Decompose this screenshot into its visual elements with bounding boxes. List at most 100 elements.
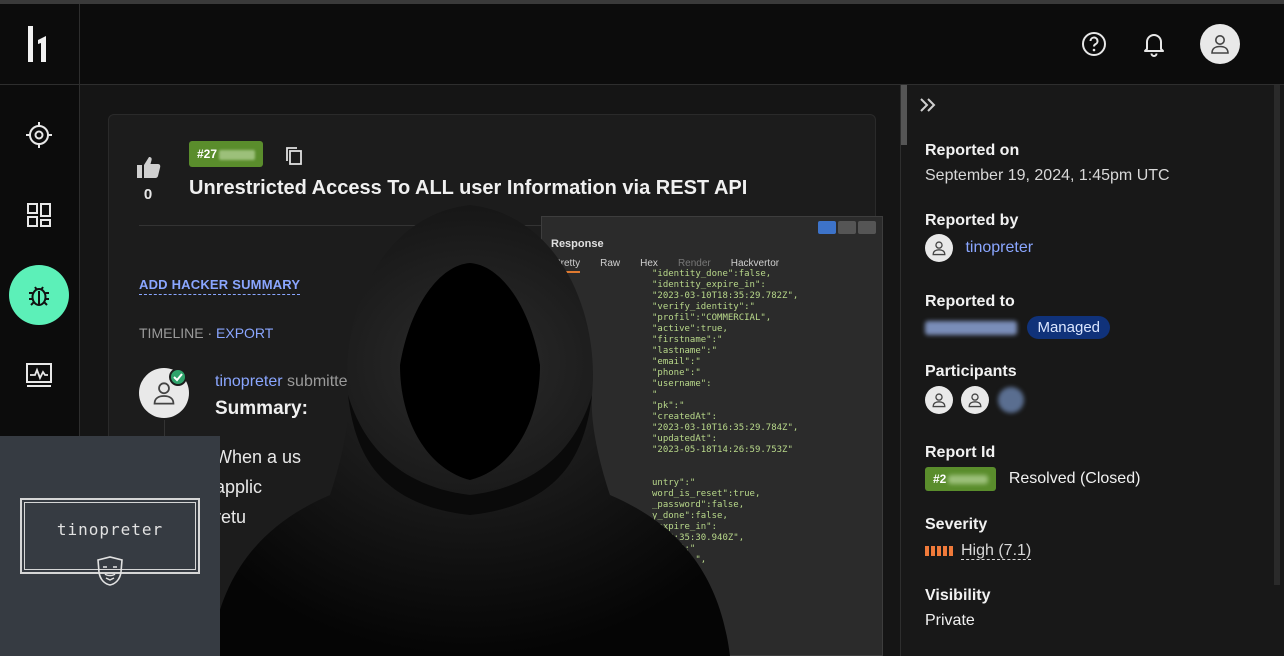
dashboard-icon[interactable] bbox=[9, 185, 69, 245]
report-id-badge-side[interactable]: #2 bbox=[925, 467, 997, 491]
timeline-user: tinopreter submitte bbox=[215, 373, 348, 391]
burp-response-line bbox=[652, 456, 798, 467]
burp-response-line: "updatedAt": bbox=[652, 434, 718, 444]
redacted-id-side bbox=[948, 475, 989, 485]
bug-icon[interactable] bbox=[9, 265, 69, 325]
scrollbar[interactable] bbox=[1274, 85, 1280, 585]
app-root: 0 #27 Unrestricted Access To ALL user In… bbox=[0, 0, 1284, 656]
severity-row: High (7.1) bbox=[925, 542, 1032, 560]
reported-by-label: Reported by bbox=[925, 212, 1019, 229]
summary-line: retu bbox=[215, 507, 247, 527]
burp-response-line: "username": bbox=[652, 379, 712, 389]
collapse-chevron-icon[interactable] bbox=[919, 97, 937, 118]
redacted-program bbox=[925, 320, 1017, 335]
burp-response-line: word_is_reset":true, bbox=[652, 489, 761, 499]
reporter-avatar[interactable] bbox=[925, 234, 953, 262]
vote-widget[interactable]: 0 bbox=[135, 155, 161, 203]
activity-icon[interactable] bbox=[9, 345, 69, 405]
burp-response-line: MMERCIAL", bbox=[652, 555, 707, 565]
report-id-row: #2 Resolved (Closed) bbox=[925, 467, 1140, 491]
status-text: Resolved (Closed) bbox=[1008, 470, 1141, 488]
report-id-badge[interactable]: #27 bbox=[189, 141, 264, 167]
target-icon[interactable] bbox=[9, 105, 69, 165]
burp-response-line bbox=[652, 467, 798, 478]
burp-response-line: "identity_expire_in": bbox=[652, 280, 766, 290]
burp-response-body: "identity_done":false, "identity_expire_i… bbox=[652, 269, 798, 566]
mask-icon bbox=[96, 556, 124, 591]
report-details-panel: Reported on September 19, 2024, 1:45pm U… bbox=[900, 85, 1284, 656]
copy-icon[interactable] bbox=[285, 146, 303, 171]
burp-response-line: "email":" bbox=[652, 357, 701, 367]
burp-response-line: "2023-05-18T14:26:59.753Z" bbox=[652, 445, 793, 455]
reported-on-label: Reported on bbox=[925, 142, 1020, 159]
visibility-value: Private bbox=[925, 612, 975, 629]
timeline-separator: · bbox=[203, 325, 217, 341]
burp-response-line: 0T18:35:30.940Z", bbox=[652, 533, 745, 543]
burp-response-line: ntity":" bbox=[652, 544, 696, 554]
burp-response-line: "pk":" bbox=[652, 401, 685, 411]
participant-avatar[interactable] bbox=[961, 386, 990, 414]
thumbs-up-icon[interactable] bbox=[135, 155, 161, 179]
report-id-text: #27 bbox=[197, 147, 218, 161]
split-view-icon[interactable] bbox=[818, 221, 836, 234]
report-id-side-text: #2 bbox=[933, 472, 947, 486]
burp-response-line: "verify_identity":" bbox=[652, 302, 755, 312]
participants-row bbox=[925, 386, 1024, 414]
hackerone-logo[interactable] bbox=[0, 4, 80, 85]
visibility-label: Visibility bbox=[925, 587, 991, 604]
burp-response-line: "identity_done":false, bbox=[652, 269, 772, 279]
burp-response-line: " bbox=[652, 390, 658, 400]
verified-check-icon bbox=[169, 368, 187, 386]
managed-badge: Managed bbox=[1027, 316, 1111, 339]
submitted-text: submitte bbox=[282, 373, 348, 390]
participant-avatar-redacted[interactable] bbox=[997, 387, 1024, 413]
bell-icon[interactable] bbox=[1140, 30, 1168, 58]
timeline-label: TIMELINE bbox=[139, 325, 204, 341]
watermark-text: tinopreter bbox=[56, 520, 164, 539]
burp-response-line: "profil":"COMMERCIAL", bbox=[652, 313, 772, 323]
severity-value[interactable]: High (7.1) bbox=[961, 542, 1032, 560]
burp-tab-pretty[interactable]: Pretty bbox=[554, 258, 581, 273]
add-hacker-summary-link[interactable]: ADD HACKER SUMMARY bbox=[139, 277, 301, 295]
burp-view-toggles[interactable] bbox=[818, 221, 876, 234]
burp-response-window: Response Pretty Raw Hex Render Hackverto… bbox=[541, 216, 883, 656]
burp-response-line: "phone":" bbox=[652, 368, 701, 378]
burp-response-line: y_done":false, bbox=[652, 511, 728, 521]
reported-to-row: Managed bbox=[925, 316, 1111, 339]
horizontal-view-icon[interactable] bbox=[838, 221, 856, 234]
redacted-id bbox=[219, 149, 256, 160]
burp-response-line: "lastname":" bbox=[652, 346, 718, 356]
report-id-label: Report Id bbox=[925, 444, 996, 461]
burp-response-line: "createdAt": bbox=[652, 412, 718, 422]
vote-count: 0 bbox=[143, 186, 153, 203]
burp-response-line: _password":false, bbox=[652, 500, 745, 510]
severity-label: Severity bbox=[925, 516, 988, 533]
participant-avatar[interactable] bbox=[925, 386, 953, 414]
reported-by-row: tinopreter bbox=[925, 234, 1033, 262]
top-bar bbox=[0, 0, 1284, 85]
reported-on-value: September 19, 2024, 1:45pm UTC bbox=[925, 167, 1170, 184]
reported-to-label: Reported to bbox=[925, 293, 1015, 310]
burp-response-line: "active":true, bbox=[652, 324, 728, 334]
burp-response-line: untry":" bbox=[652, 478, 696, 488]
burp-response-line: "2023-03-10T16:35:29.784Z", bbox=[652, 423, 799, 433]
summary-heading: Summary: bbox=[215, 398, 308, 419]
burp-response-line: _expire_in": bbox=[652, 522, 718, 532]
export-link[interactable]: EXPORT bbox=[216, 325, 273, 341]
participants-label: Participants bbox=[925, 363, 1017, 380]
help-icon[interactable] bbox=[1080, 30, 1108, 58]
watermark-logo: tinopreter bbox=[0, 436, 220, 656]
panel-scroll-handle[interactable] bbox=[901, 85, 907, 145]
summary-line: When a us bbox=[215, 447, 302, 467]
submitter-link[interactable]: tinopreter bbox=[215, 373, 283, 390]
burp-response-line: "2023-03-10T18:35:29.782Z", bbox=[652, 291, 799, 301]
profile-avatar[interactable] bbox=[1200, 24, 1240, 64]
severity-bars-icon bbox=[925, 545, 953, 556]
single-view-icon[interactable] bbox=[858, 221, 876, 234]
timeline-header: TIMELINE · EXPORT bbox=[139, 325, 273, 341]
reporter-link[interactable]: tinopreter bbox=[965, 239, 1033, 256]
summary-body: When a us applic retu bbox=[215, 442, 301, 532]
burp-response-title: Response bbox=[551, 238, 604, 250]
burp-tab-raw[interactable]: Raw bbox=[600, 258, 620, 273]
report-title: Unrestricted Access To ALL user Informat… bbox=[189, 177, 748, 199]
